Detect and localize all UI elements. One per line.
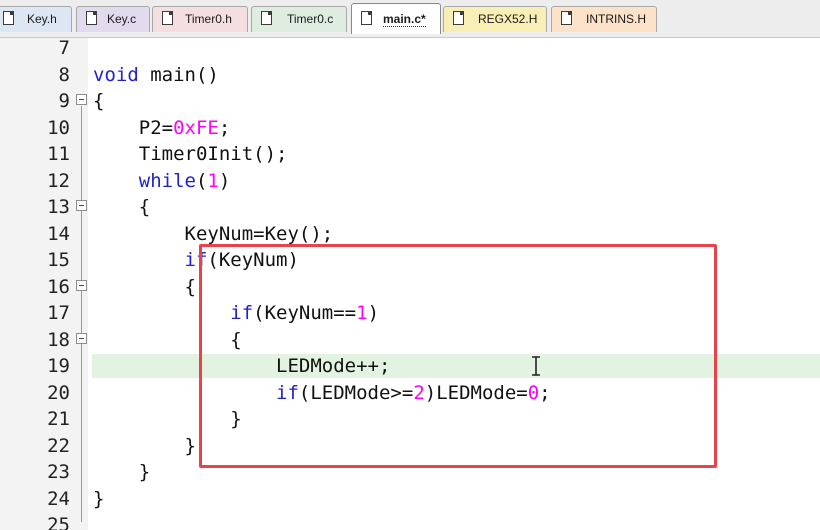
file-icon [561,11,572,25]
code-line: 13 { [0,194,820,221]
line-number: 16 [47,276,70,298]
tab-label: Timer0.h [185,12,232,26]
code-text: } [93,488,105,510]
file-icon [261,11,272,25]
line-number: 18 [47,329,70,351]
code-text: void main() [93,64,219,86]
fold-collapse-icon[interactable] [76,94,87,105]
line-number: 7 [58,38,70,59]
line-number: 19 [47,355,70,377]
tab-label: Key.c [107,12,137,26]
line-number: 15 [47,249,70,271]
code-text: { [93,196,151,218]
file-icon [361,11,372,25]
code-line: 9 { [0,88,820,115]
tab-intrins-h[interactable]: INTRINS.H [551,6,657,32]
tab-label: REGX52.H [478,12,538,26]
file-icon [3,11,14,25]
code-line: 7 [0,38,820,62]
tab-timer0-h[interactable]: Timer0.h [152,6,248,32]
line-number: 25 [47,514,70,530]
line-number: 14 [47,223,70,245]
line-number: 8 [58,64,70,86]
code-text: Timer0Init(); [93,143,288,165]
line-number: 24 [47,488,70,510]
line-number: 12 [47,170,70,192]
file-icon [162,11,173,25]
tab-key-h[interactable]: Key.h [0,6,72,32]
highlight-annotation-box [199,244,717,468]
code-text: } [93,435,196,457]
line-number: 10 [47,117,70,139]
line-number: 11 [47,143,70,165]
line-number: 20 [47,382,70,404]
code-line: 10 P2=0xFE; [0,115,820,142]
file-tab-bar: Key.h Key.c Timer0.h Timer0.c main.c* RE… [0,0,820,38]
code-line: 24 } [0,486,820,513]
fold-collapse-icon[interactable] [76,333,87,344]
code-line: 12 while(1) [0,168,820,195]
code-line: 25 [0,512,820,530]
line-number: 13 [47,196,70,218]
code-text: } [93,461,151,483]
tab-label: INTRINS.H [586,12,646,26]
line-number: 21 [47,408,70,430]
code-text: { [93,276,196,298]
line-number: 23 [47,461,70,483]
tab-label: Timer0.c [287,12,334,26]
fold-collapse-icon[interactable] [76,200,87,211]
line-number: 17 [47,302,70,324]
tab-label: Key.h [27,12,57,26]
tab-main-c[interactable]: main.c* [351,3,441,34]
code-line: 8 void main() [0,62,820,89]
code-editor[interactable]: 7 8 void main() 9 { 10 P2=0xFE; 11 Timer… [0,38,820,530]
tab-label: main.c* [383,12,426,27]
code-text: P2=0xFE; [93,117,231,139]
file-icon [453,11,464,25]
code-text: while(1) [138,170,231,192]
fold-collapse-icon[interactable] [76,280,87,291]
tab-key-c[interactable]: Key.c [76,6,150,32]
code-text: { [93,90,105,112]
file-icon [86,11,97,25]
text-cursor-icon [532,356,540,376]
tab-regx52-h[interactable]: REGX52.H [443,6,547,32]
line-number: 22 [47,435,70,457]
code-line: 11 Timer0Init(); [0,141,820,168]
line-number: 9 [58,90,70,112]
tab-timer0-c[interactable]: Timer0.c [251,6,347,32]
